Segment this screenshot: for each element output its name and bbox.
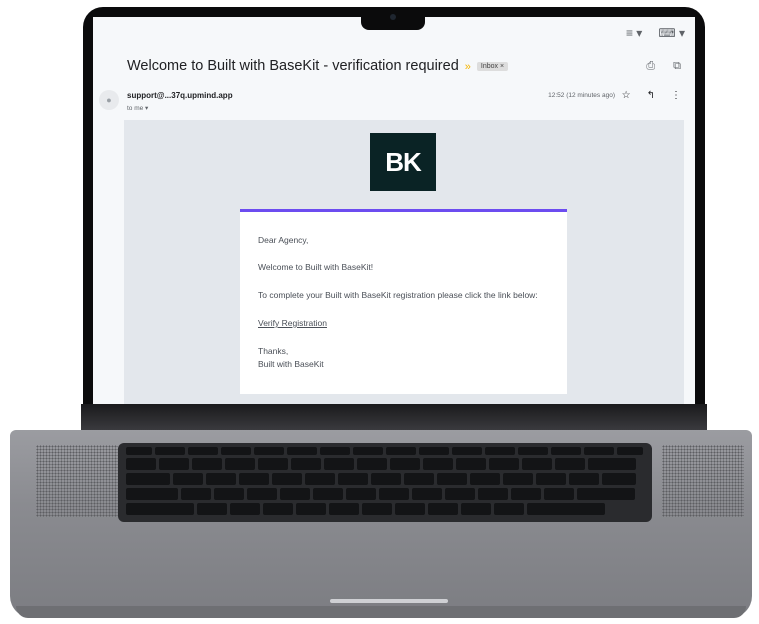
signature-text: Built with BaseKit [258, 359, 324, 369]
camera-icon [390, 14, 396, 20]
email-timestamp: 12:52 (12 minutes ago) [548, 92, 615, 99]
right-speaker-grille [662, 445, 744, 517]
camera-notch [361, 7, 425, 30]
laptop-base-edge [16, 606, 746, 618]
reply-icon[interactable]: ↰ [647, 90, 655, 101]
laptop-hinge [81, 404, 707, 430]
greeting-text: Dear Agency, [258, 235, 309, 245]
laptop-screen: ≡ ▾ ⌨ ▾ Welcome to Built with BaseKit - … [93, 17, 695, 404]
avatar: ● [99, 90, 119, 110]
important-marker-icon[interactable]: » [465, 61, 471, 73]
email-subject: Welcome to Built with BaseKit - verifica… [127, 58, 509, 74]
verify-registration-link[interactable]: Verify Registration [258, 317, 327, 329]
keyboard [118, 443, 652, 522]
print-icon[interactable]: ⎙ [646, 60, 655, 73]
recipient-dropdown[interactable]: to me ▾ [127, 104, 148, 112]
instruction-text: To complete your Built with BaseKit regi… [258, 290, 538, 300]
message-actions: ☆ ↰ ⋮ [622, 90, 681, 101]
keyboard-icon[interactable]: ⌨ ▾ [658, 26, 685, 40]
star-icon[interactable]: ☆ [622, 90, 631, 101]
list-density-icon[interactable]: ≡ ▾ [626, 26, 642, 40]
message-card: Dear Agency, Welcome to Built with BaseK… [240, 209, 567, 394]
email-body: BK Dear Agency, Welcome to Built with Ba… [124, 120, 684, 404]
subject-text: Welcome to Built with BaseKit - verifica… [127, 58, 459, 74]
sender-address: support@...37q.upmind.app [127, 91, 233, 100]
more-vert-icon[interactable]: ⋮ [671, 90, 681, 101]
top-toolbar: ≡ ▾ ⌨ ▾ [626, 26, 685, 40]
left-speaker-grille [36, 445, 118, 517]
header-actions: ⎙ ⧉ [646, 60, 681, 73]
welcome-text: Welcome to Built with BaseKit! [258, 262, 374, 272]
basekit-logo: BK [370, 133, 436, 191]
inbox-label[interactable]: Inbox × [476, 61, 509, 71]
trackpad-notch [330, 599, 448, 603]
signoff-text: Thanks, [258, 346, 289, 356]
open-new-window-icon[interactable]: ⧉ [673, 60, 681, 73]
